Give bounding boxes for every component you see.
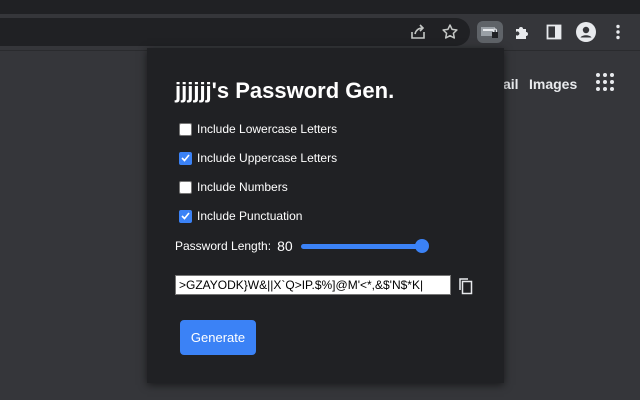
uppercase-checkbox[interactable] bbox=[179, 151, 192, 165]
password-length-slider[interactable] bbox=[301, 238, 431, 254]
slider-track[interactable] bbox=[301, 244, 426, 249]
option-numbers[interactable]: Include Numbers bbox=[179, 179, 288, 195]
tab-strip bbox=[0, 0, 640, 14]
password-length-value: 80 bbox=[277, 238, 293, 254]
extension-popup: jjjjjj's Password Gen. Include Lowercase… bbox=[147, 48, 504, 383]
side-panel-icon[interactable] bbox=[543, 21, 565, 43]
option-lowercase[interactable]: Include Lowercase Letters bbox=[179, 121, 337, 137]
images-link[interactable]: Images bbox=[529, 76, 577, 92]
option-label: Include Lowercase Letters bbox=[197, 122, 338, 136]
checkmark-icon bbox=[181, 212, 190, 220]
extensions-puzzle-icon[interactable] bbox=[511, 21, 533, 43]
numbers-checkbox[interactable] bbox=[179, 180, 192, 194]
star-icon[interactable] bbox=[439, 21, 461, 43]
lowercase-checkbox[interactable] bbox=[179, 122, 192, 136]
password-extension-icon[interactable] bbox=[477, 21, 503, 43]
generated-password-field[interactable] bbox=[175, 275, 451, 295]
generate-button[interactable]: Generate bbox=[180, 320, 256, 355]
checkmark-icon bbox=[181, 154, 190, 162]
option-punctuation[interactable]: Include Punctuation bbox=[179, 208, 302, 224]
password-length-label: Password Length: bbox=[175, 239, 272, 253]
share-icon[interactable] bbox=[407, 21, 429, 43]
address-bar[interactable] bbox=[0, 18, 470, 46]
punctuation-checkbox[interactable] bbox=[179, 209, 192, 223]
option-uppercase[interactable]: Include Uppercase Letters bbox=[179, 150, 337, 166]
password-length-row: Password Length: 80 bbox=[175, 237, 431, 255]
gmail-link[interactable]: ail bbox=[503, 76, 519, 92]
copy-icon[interactable] bbox=[458, 277, 474, 295]
option-label: Include Punctuation bbox=[197, 209, 303, 223]
option-label: Include Numbers bbox=[197, 180, 288, 194]
apps-grid-icon[interactable] bbox=[596, 73, 616, 93]
popup-title: jjjjjj's Password Gen. bbox=[175, 78, 395, 103]
slider-thumb[interactable] bbox=[415, 239, 430, 253]
option-label: Include Uppercase Letters bbox=[197, 151, 338, 165]
more-vertical-icon[interactable] bbox=[607, 21, 629, 43]
profile-avatar-icon[interactable] bbox=[575, 21, 597, 43]
browser-toolbar bbox=[0, 14, 640, 51]
